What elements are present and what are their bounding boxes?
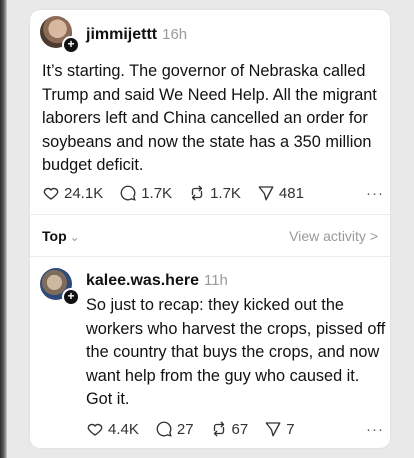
like-count: 4.4K (108, 420, 139, 438)
comment-icon (156, 421, 172, 437)
reply-button[interactable]: 27 (155, 420, 194, 438)
sort-dropdown[interactable]: Top ⌄ (42, 228, 80, 244)
post-username[interactable]: jimmijettt (86, 26, 157, 43)
reply-username[interactable]: kalee.was.here (86, 272, 199, 289)
like-button[interactable]: 4.4K (86, 420, 139, 438)
share-button[interactable]: 481 (257, 184, 304, 202)
reply-count: 1.7K (141, 184, 173, 202)
divider (30, 214, 390, 215)
repost-count: 67 (231, 420, 249, 438)
background-edge (0, 0, 7, 458)
reply-actions: 4.4K 27 67 7 ··· (86, 420, 384, 438)
share-button[interactable]: 7 (264, 420, 295, 438)
comment-icon (120, 185, 136, 201)
share-icon (258, 186, 274, 201)
repost-button[interactable]: 67 (210, 420, 249, 438)
reply-time: 11h (203, 272, 228, 289)
post-text: It’s starting. The governor of Nebraska … (42, 62, 377, 174)
reply-button[interactable]: 1.7K (119, 184, 172, 202)
chevron-down-icon: ⌄ (69, 230, 80, 244)
share-count: 7 (286, 420, 295, 438)
post-actions: 24.1K 1.7K 1.7K 481 ··· (42, 184, 384, 202)
repost-count: 1.7K (210, 184, 241, 202)
more-options-button[interactable]: ··· (366, 185, 384, 202)
post-author[interactable]: jimmijettt 16h (86, 26, 187, 44)
heart-icon (87, 423, 103, 436)
heart-icon (43, 187, 59, 200)
like-button[interactable]: 24.1K (42, 184, 103, 202)
reply-author[interactable]: kalee.was.here 11h (86, 272, 228, 290)
reply-count: 27 (176, 420, 194, 438)
post-time: 16h (162, 26, 188, 43)
replies-sort-row: Top ⌄ View activity > (42, 228, 378, 244)
like-count: 24.1K (64, 184, 104, 202)
view-activity-link[interactable]: View activity > (289, 228, 378, 244)
follow-plus-icon[interactable]: + (62, 288, 80, 306)
divider (30, 256, 390, 257)
share-count: 481 (278, 184, 304, 202)
follow-plus-icon[interactable]: + (62, 36, 80, 54)
share-icon (265, 422, 281, 437)
thread-card: + jimmijettt 16h It’s starting. The gover… (30, 10, 390, 448)
repost-icon (191, 185, 203, 201)
repost-button[interactable]: 1.7K (188, 184, 241, 202)
reply-text: So just to recap: they kicked out the wo… (86, 296, 386, 408)
sort-label: Top (42, 228, 67, 244)
more-options-button[interactable]: ··· (366, 421, 384, 438)
repost-icon (213, 421, 224, 437)
